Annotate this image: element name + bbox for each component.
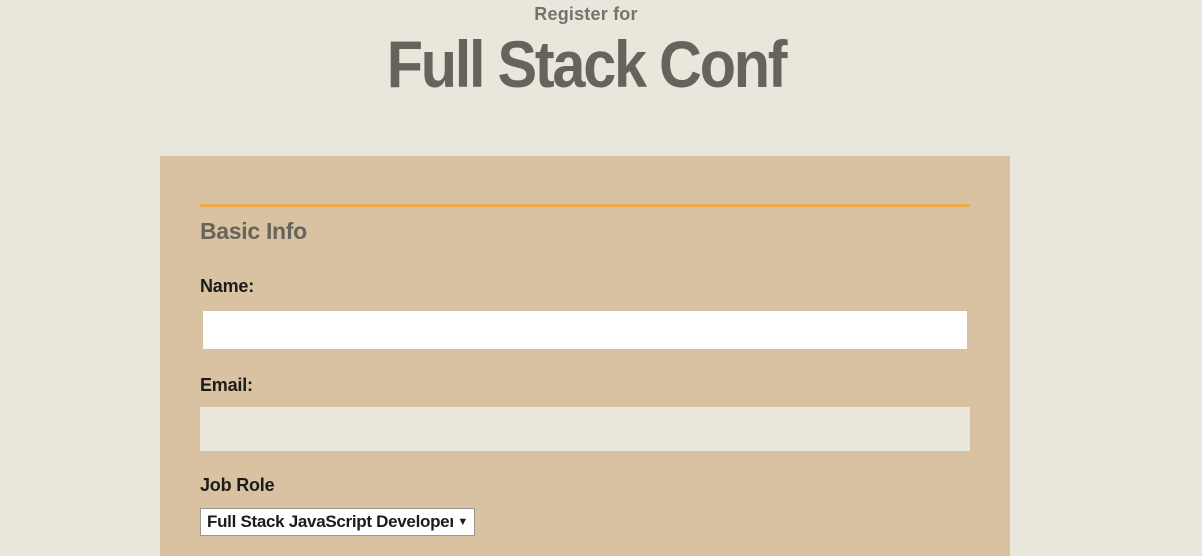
email-input[interactable]	[200, 407, 970, 451]
name-label: Name:	[200, 276, 255, 296]
email-label: Email:	[200, 375, 253, 395]
registration-form: Basic Info Name: Email: Job Role Full St…	[160, 156, 1010, 556]
section-divider	[200, 204, 970, 207]
name-input[interactable]	[202, 310, 968, 350]
basic-info-heading: Basic Info	[200, 218, 307, 244]
job-role-selected-value: Full Stack JavaScript Developer	[207, 512, 454, 531]
job-role-select[interactable]: Full Stack JavaScript Developer ▼	[200, 508, 475, 536]
register-for-kicker: Register for	[534, 4, 638, 24]
job-role-label: Job Role	[200, 475, 275, 495]
page-title: Full Stack Conf	[386, 27, 788, 101]
chevron-down-icon: ▼	[457, 516, 468, 528]
